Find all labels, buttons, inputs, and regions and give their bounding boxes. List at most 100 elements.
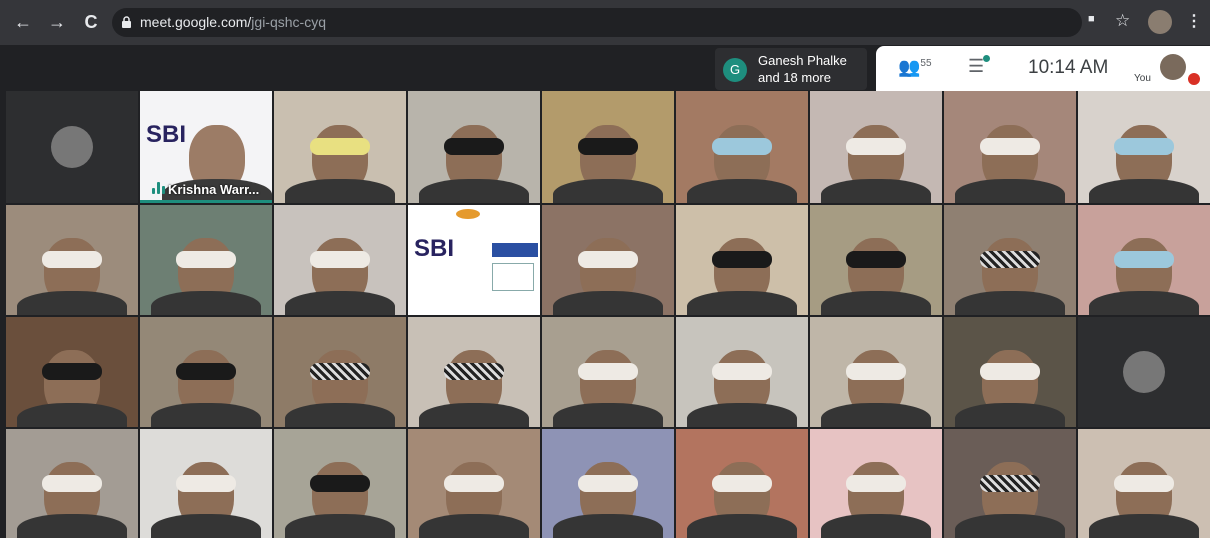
- participant-tile[interactable]: [810, 205, 942, 315]
- participant-body: [821, 291, 931, 315]
- browser-menu-icon[interactable]: ⋮: [1186, 11, 1202, 31]
- participant-tile[interactable]: [676, 429, 808, 538]
- blindfold: [176, 363, 236, 381]
- participant-tile[interactable]: [1078, 205, 1210, 315]
- address-bar-field[interactable]: meet.google.com/jgi-qshc-cyq: [112, 8, 1082, 37]
- blindfold: [310, 363, 370, 381]
- participant-tile[interactable]: [408, 317, 540, 427]
- blindfold: [1114, 474, 1174, 492]
- bookmark-star-icon[interactable]: ☆: [1115, 11, 1130, 31]
- chat-notification-dot: [983, 55, 990, 62]
- participant-body: [553, 179, 663, 203]
- camera-icon[interactable]: ■: [1088, 13, 1095, 25]
- participant-body: [419, 514, 529, 538]
- participant-tile[interactable]: [274, 429, 406, 538]
- blindfold: [578, 138, 638, 156]
- participant-tile[interactable]: [1078, 91, 1210, 203]
- url-text: meet.google.com/jgi-qshc-cyq: [140, 14, 326, 30]
- participant-body: [821, 514, 931, 538]
- participant-tile[interactable]: [140, 205, 272, 315]
- speaker-name: Krishna Warr...: [168, 182, 260, 197]
- speaking-highlight: [140, 200, 272, 203]
- participant-tile[interactable]: [944, 91, 1076, 203]
- participant-tile[interactable]: [676, 205, 808, 315]
- participant-tile[interactable]: [542, 91, 674, 203]
- back-arrow-icon[interactable]: ←: [12, 11, 34, 33]
- people-count: 55: [920, 58, 932, 69]
- profile-avatar[interactable]: [1148, 10, 1172, 34]
- participant-body: [687, 514, 797, 538]
- reload-icon[interactable]: C: [80, 11, 102, 33]
- participant-tile[interactable]: [274, 205, 406, 315]
- participant-tile[interactable]: [6, 205, 138, 315]
- participant-tile[interactable]: [810, 317, 942, 427]
- participant-tile[interactable]: [6, 317, 138, 427]
- participant-tile[interactable]: [140, 317, 272, 427]
- address-bar[interactable]: meet.google.com/jgi-qshc-cyq: [112, 8, 1210, 37]
- blindfold: [42, 474, 102, 492]
- forward-arrow-icon[interactable]: →: [46, 11, 68, 33]
- participant-tile[interactable]: [408, 91, 540, 203]
- participant-tile[interactable]: SBI: [408, 205, 540, 315]
- participant-tile[interactable]: [944, 429, 1076, 538]
- participant-tile[interactable]: [944, 205, 1076, 315]
- participant-tile[interactable]: SBI Krishna Warr...: [140, 91, 272, 203]
- blindfold: [712, 474, 772, 492]
- participant-body: [955, 403, 1065, 427]
- participant-tile[interactable]: [274, 91, 406, 203]
- participant-tile[interactable]: [810, 429, 942, 538]
- presenter-more: and 18 more: [758, 70, 831, 85]
- blindfold: [1114, 251, 1174, 269]
- presenter-chip[interactable]: G Ganesh Phalke and 18 more: [715, 48, 867, 90]
- participant-tile[interactable]: [408, 429, 540, 538]
- blindfold: [846, 474, 906, 492]
- participant-tile[interactable]: [810, 91, 942, 203]
- participant-tile[interactable]: [542, 205, 674, 315]
- mic-muted-icon: [1188, 73, 1200, 85]
- blindfold: [712, 138, 772, 156]
- people-button[interactable]: 👥55: [898, 57, 932, 78]
- participant-body: [687, 403, 797, 427]
- participant-body: [553, 514, 663, 538]
- participant-avatar: [51, 126, 93, 168]
- blindfold: [712, 251, 772, 269]
- participant-body: [151, 514, 261, 538]
- participant-tile[interactable]: [1078, 429, 1210, 538]
- presenter-name: Ganesh Phalke: [758, 53, 847, 68]
- participant-body: [1089, 514, 1199, 538]
- blindfold: [578, 251, 638, 269]
- people-icon: 👥: [898, 57, 921, 77]
- shared-slide: SBI: [408, 205, 540, 315]
- chat-icon[interactable]: ☰: [968, 56, 984, 77]
- participant-body: [553, 291, 663, 315]
- participant-tile[interactable]: [6, 429, 138, 538]
- slide-sbi-logo: SBI: [414, 235, 455, 262]
- participant-tile[interactable]: [542, 317, 674, 427]
- blindfold: [42, 363, 102, 381]
- presenter-text: Ganesh Phalke and 18 more: [758, 52, 847, 86]
- participant-tile[interactable]: [542, 429, 674, 538]
- participant-tile[interactable]: [944, 317, 1076, 427]
- participant-tile[interactable]: [140, 429, 272, 538]
- participant-body: [821, 179, 931, 203]
- blindfold: [846, 363, 906, 381]
- participant-tile[interactable]: [6, 91, 138, 203]
- blindfold: [310, 474, 370, 492]
- blindfold: [42, 251, 102, 269]
- slide-coe-logo: [492, 263, 534, 291]
- url-path: jgi-qshc-cyq: [251, 14, 326, 30]
- participant-body: [1089, 179, 1199, 203]
- blindfold: [444, 363, 504, 381]
- slide-logo: [456, 209, 480, 219]
- participant-tile[interactable]: [1078, 317, 1210, 427]
- participant-body: [151, 403, 261, 427]
- participant-body: [17, 291, 127, 315]
- participant-body: [955, 291, 1065, 315]
- participant-tile[interactable]: [676, 317, 808, 427]
- participant-tile[interactable]: [676, 91, 808, 203]
- participant-body: [553, 403, 663, 427]
- participant-tile[interactable]: [274, 317, 406, 427]
- lock-icon: [122, 16, 131, 28]
- self-view[interactable]: [1160, 54, 1186, 80]
- participant-body: [285, 514, 395, 538]
